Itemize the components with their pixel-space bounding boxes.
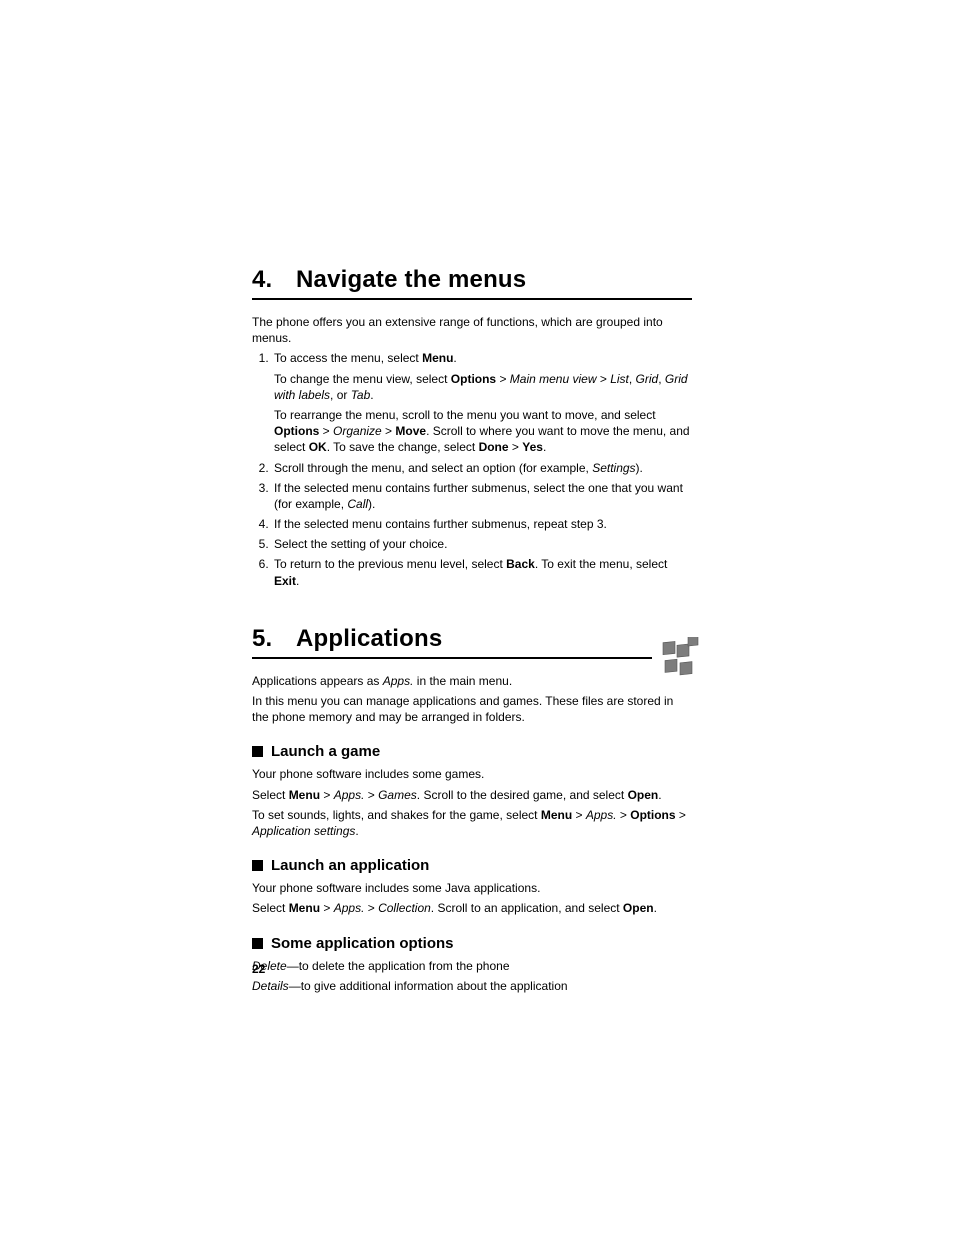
step-5: Select the setting of your choice. <box>272 536 692 552</box>
chapter-4-heading: 4.Navigate the menus <box>252 266 692 294</box>
chapter-rule <box>252 657 652 659</box>
applications-icon <box>660 637 702 679</box>
step-6: To return to the previous menu level, se… <box>272 556 692 588</box>
section4-steps: To access the menu, select Menu. To chan… <box>252 350 692 588</box>
square-bullet-icon <box>252 860 263 871</box>
options-p2: Details—to give additional information a… <box>252 978 692 994</box>
manual-page: 4.Navigate the menus The phone offers yo… <box>252 266 692 998</box>
chapter-5-heading: 5.Applications <box>252 625 652 653</box>
chapter-title: Applications <box>296 625 442 652</box>
subhead-launch-game: Launch a game <box>252 743 692 760</box>
square-bullet-icon <box>252 746 263 757</box>
section4-intro: The phone offers you an extensive range … <box>252 314 692 346</box>
launch-app-p2: Select Menu > Apps. > Collection. Scroll… <box>252 900 692 916</box>
step-1-sub1: To change the menu view, select Options … <box>274 371 692 403</box>
step-3: If the selected menu contains further su… <box>272 480 692 512</box>
section5-p1: Applications appears as Apps. in the mai… <box>252 673 692 689</box>
options-p1: Delete—to delete the application from th… <box>252 958 692 974</box>
subhead-app-options: Some application options <box>252 935 692 952</box>
subhead-launch-app: Launch an application <box>252 857 692 874</box>
page-number: 22 <box>252 962 265 976</box>
square-bullet-icon <box>252 938 263 949</box>
launch-app-p1: Your phone software includes some Java a… <box>252 880 692 896</box>
launch-game-p3: To set sounds, lights, and shakes for th… <box>252 807 692 839</box>
launch-game-p2: Select Menu > Apps. > Games. Scroll to t… <box>252 787 692 803</box>
step-2: Scroll through the menu, and select an o… <box>272 460 692 476</box>
chapter-number: 5. <box>252 625 296 653</box>
chapter-5-heading-row: 5.Applications <box>252 625 692 673</box>
step-1: To access the menu, select Menu. To chan… <box>272 350 692 455</box>
chapter-rule <box>252 298 692 300</box>
chapter-title: Navigate the menus <box>296 266 526 293</box>
launch-game-p1: Your phone software includes some games. <box>252 766 692 782</box>
step-text: To access the menu, select Menu. <box>274 351 457 365</box>
step-1-sub2: To rearrange the menu, scroll to the men… <box>274 407 692 456</box>
chapter-number: 4. <box>252 266 296 294</box>
section5-p2: In this menu you can manage applications… <box>252 693 692 725</box>
step-4: If the selected menu contains further su… <box>272 516 692 532</box>
